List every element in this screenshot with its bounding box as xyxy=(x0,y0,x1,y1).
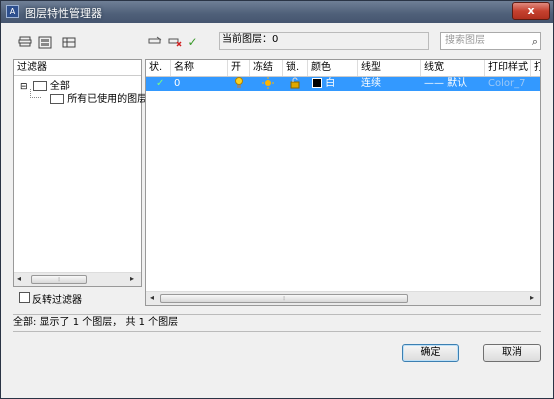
sun-thawed-icon[interactable] xyxy=(262,77,274,91)
column-color[interactable]: 颜色 xyxy=(308,60,358,76)
delete-layer-icon[interactable] xyxy=(167,35,182,49)
current-layer-display: 当前图层：0 xyxy=(219,32,429,50)
current-layer-check-icon: ✓ xyxy=(156,78,165,89)
search-placeholder: 搜索图层 xyxy=(445,35,485,46)
search-icon[interactable]: ⌕ xyxy=(532,34,538,49)
filter-panel-header: 过滤器 xyxy=(14,60,141,76)
scroll-left-arrow-icon[interactable]: ◂ xyxy=(17,274,21,283)
column-lock[interactable]: 锁. xyxy=(283,60,308,76)
layer-color-swatch[interactable]: 白 xyxy=(312,77,335,91)
layer-color-name: 白 xyxy=(325,78,336,89)
app-icon: A xyxy=(6,5,19,18)
column-freeze[interactable]: 冻结 xyxy=(250,60,283,76)
scroll-right-arrow-icon[interactable]: ▸ xyxy=(130,274,134,283)
tree-item-label: 所有已使用的图层 xyxy=(67,94,148,105)
current-layer-label: 当前图层： xyxy=(222,34,272,45)
invert-filter-checkbox[interactable] xyxy=(19,292,30,303)
close-button[interactable]: x xyxy=(512,2,550,20)
new-property-filter-icon[interactable] xyxy=(17,35,32,49)
column-name[interactable]: 名称 xyxy=(171,60,228,76)
lightbulb-on-icon[interactable] xyxy=(234,77,244,91)
scroll-left-arrow-icon[interactable]: ◂ xyxy=(150,293,154,302)
scrollbar-thumb[interactable]: ⦙ xyxy=(160,294,408,303)
ok-button[interactable]: 确定 xyxy=(402,344,459,362)
set-current-icon[interactable]: ✓ xyxy=(185,35,200,49)
column-on[interactable]: 开 xyxy=(228,60,250,76)
layer-list-panel: 状. 名称 开 冻结 锁. 颜色 线型 线宽 打印样式 打 ✓ 0 xyxy=(145,59,541,306)
unlocked-padlock-icon[interactable] xyxy=(290,77,300,91)
tree-connector xyxy=(30,89,41,98)
new-layer-icon[interactable] xyxy=(147,35,162,49)
column-linetype[interactable]: 线型 xyxy=(358,60,421,76)
filter-folder-icon xyxy=(50,94,64,104)
cancel-button[interactable]: 取消 xyxy=(483,344,541,362)
layer-name[interactable]: 0 xyxy=(174,77,180,91)
layer-plot-style: Color_7 xyxy=(488,78,526,89)
layer-lineweight[interactable]: —— 默认 xyxy=(424,77,467,91)
title-bar[interactable]: A 图层特性管理器 x xyxy=(1,1,553,23)
column-plot[interactable]: 打 xyxy=(531,60,540,76)
current-layer-value: 0 xyxy=(272,34,279,45)
status-bar: 全部: 显示了 1 个图层， 共 1 个图层 xyxy=(13,314,541,332)
window-title: 图层特性管理器 xyxy=(25,7,102,20)
column-plot-style[interactable]: 打印样式 xyxy=(485,60,531,76)
search-layers-input[interactable]: 搜索图层 ⌕ xyxy=(440,32,541,50)
scrollbar-thumb[interactable]: ⦙ xyxy=(31,275,87,284)
column-status[interactable]: 状. xyxy=(146,60,171,76)
layer-properties-manager-window: A 图层特性管理器 x ✓ 当前图层：0 搜索图层 ⌕ 过滤器 ⊟ 全部 所有已… xyxy=(0,0,554,399)
tree-item-all-used-layers[interactable]: 所有已使用的图层 xyxy=(50,90,147,105)
layer-list-horizontal-scrollbar[interactable]: ◂ ⦙ ▸ xyxy=(146,291,540,305)
new-group-filter-icon[interactable] xyxy=(37,35,52,49)
invert-filter-label: 反转过滤器 xyxy=(32,295,82,306)
scroll-right-arrow-icon[interactable]: ▸ xyxy=(530,293,534,302)
tree-expander-icon[interactable]: ⊟ xyxy=(20,82,28,92)
filter-horizontal-scrollbar[interactable]: ◂ ⦙ ▸ xyxy=(14,272,141,286)
layer-row[interactable]: ✓ 0 白 连续 —— 默认 Color_7 xyxy=(146,77,540,91)
filter-tree-panel: 过滤器 ⊟ 全部 所有已使用的图层 ◂ ⦙ ▸ xyxy=(13,59,147,287)
layer-list-header: 状. 名称 开 冻结 锁. 颜色 线型 线宽 打印样式 打 xyxy=(146,60,540,77)
layer-states-manager-icon[interactable] xyxy=(61,35,76,49)
column-lineweight[interactable]: 线宽 xyxy=(421,60,485,76)
layer-linetype[interactable]: 连续 xyxy=(361,77,381,91)
